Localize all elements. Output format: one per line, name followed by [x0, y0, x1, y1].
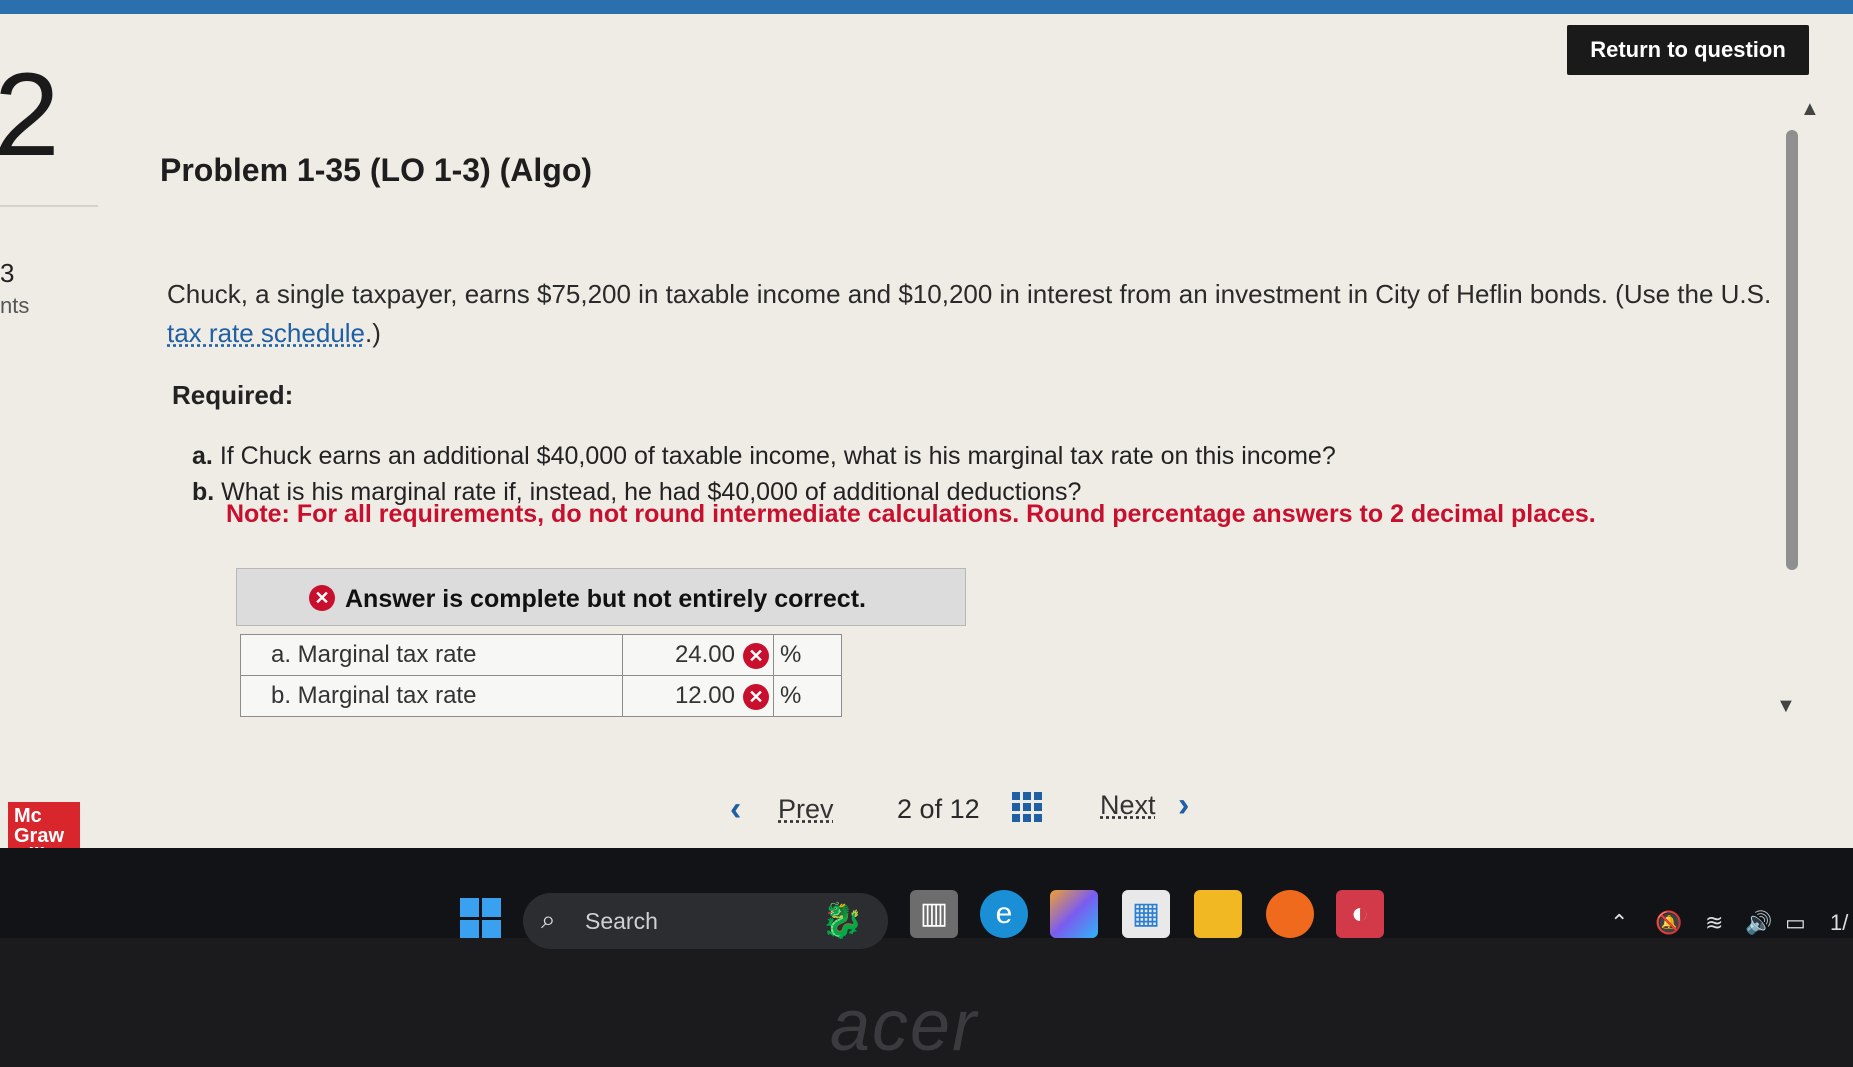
requirement-a-text: If Chuck earns an additional $40,000 of … — [219, 442, 1336, 470]
page-of: of — [919, 794, 943, 824]
answer-table: a. Marginal tax rate 24.00 ✕ % b. Margina… — [240, 634, 842, 717]
browser-screen: 2 3 nts Mc Graw Hill Return to question … — [0, 0, 1853, 880]
question-number[interactable]: 2 — [0, 56, 60, 174]
taskbar-search-label: Search — [585, 908, 658, 934]
answer-status-banner: ✕ Answer is complete but not entirely co… — [236, 568, 966, 626]
question-pager: ‹ Prev 2 of 12 Next › — [0, 786, 1853, 840]
answer-a-unit: % — [773, 634, 842, 676]
prev-button[interactable]: Prev — [778, 794, 834, 825]
current-page: 2 — [897, 794, 913, 824]
answer-status-text: Answer is complete but not entirely corr… — [345, 585, 866, 613]
x-circle-icon: ✕ — [743, 642, 769, 669]
chevron-right-icon[interactable]: › — [1178, 786, 1189, 825]
answer-b-value: 12.00 — [674, 682, 735, 709]
chevron-left-icon[interactable]: ‹ — [730, 790, 741, 829]
store-icon[interactable]: ▦ — [1122, 890, 1170, 938]
volume-icon[interactable]: 🔊 — [1745, 910, 1772, 936]
total-pages: 12 — [949, 794, 980, 824]
top-accent-bar — [0, 0, 1853, 14]
problem-prompt: Chuck, a single taxpayer, earns $75,200 … — [167, 275, 1787, 353]
requirement-a-label: a. — [192, 442, 213, 470]
bell-off-icon[interactable]: 🔕 — [1655, 910, 1682, 936]
folder-icon[interactable] — [1194, 890, 1242, 938]
table-row: b. Marginal tax rate 12.00 ✕ % — [240, 675, 842, 717]
answer-a-label: a. Marginal tax rate — [240, 634, 623, 676]
required-heading: Required: — [172, 380, 294, 410]
firefox-icon[interactable] — [1266, 890, 1314, 938]
return-to-question-button[interactable]: Return to question — [1567, 25, 1809, 75]
copilot-icon[interactable] — [1050, 890, 1098, 938]
chevron-up-icon[interactable]: ⌃ — [1610, 910, 1628, 936]
windows-start-icon[interactable] — [460, 898, 501, 938]
scroll-up-arrow-icon[interactable]: ▲ — [1800, 98, 1820, 121]
dragon-decoration-icon: 🐉 — [821, 902, 864, 940]
search-icon: ⌕ — [541, 904, 556, 934]
taskbar-search[interactable]: ⌕ Search 🐉 — [523, 893, 888, 949]
grid-icon[interactable] — [1012, 792, 1042, 822]
rounding-note: Note: For all requirements, do not round… — [226, 500, 1596, 528]
wifi-icon[interactable]: ≋ — [1705, 910, 1723, 936]
prompt-text: Chuck, a single taxpayer, earns $75,200 … — [167, 279, 1772, 309]
answer-b-field[interactable]: 12.00 ✕ — [622, 675, 774, 717]
tax-rate-schedule-link[interactable]: tax rate schedule — [167, 318, 365, 348]
rail-divider — [0, 205, 98, 207]
answer-b-label: b. Marginal tax rate — [240, 675, 623, 717]
points-value: 3 — [0, 258, 15, 288]
answer-b-unit: % — [773, 675, 842, 717]
x-circle-icon: ✕ — [309, 585, 335, 611]
app-icon[interactable]: ◐ — [1336, 890, 1384, 938]
requirement-a: a. If Chuck earns an additional $40,000 … — [192, 438, 1336, 474]
table-row: a. Marginal tax rate 24.00 ✕ % — [240, 634, 842, 676]
edge-browser-icon[interactable]: e — [980, 890, 1028, 938]
scroll-down-arrow-icon[interactable]: ▼ — [1776, 695, 1796, 718]
scrollbar-thumb[interactable] — [1786, 130, 1798, 570]
answer-a-field[interactable]: 24.00 ✕ — [622, 634, 774, 676]
tray-clock[interactable]: 1/ — [1830, 910, 1848, 936]
prompt-text-end: .) — [365, 318, 381, 348]
x-circle-icon: ✕ — [743, 683, 769, 710]
problem-title: Problem 1-35 (LO 1-3) (Algo) — [160, 152, 593, 188]
windows-taskbar: ⌕ Search 🐉 ▥ e ▦ ◐ ⌃ 🔕 ≋ 🔊 ▭ 1/ — [0, 848, 1853, 949]
requirement-b-label: b. — [192, 478, 215, 506]
file-stack-icon[interactable]: ▥ — [910, 890, 958, 938]
battery-icon[interactable]: ▭ — [1785, 910, 1806, 936]
points-label: nts — [0, 293, 30, 318]
device-brand-logo: acer — [830, 986, 979, 1066]
answer-a-value: 24.00 — [674, 641, 735, 668]
next-button[interactable]: Next — [1100, 790, 1156, 821]
page-indicator: 2 of 12 — [897, 794, 980, 825]
